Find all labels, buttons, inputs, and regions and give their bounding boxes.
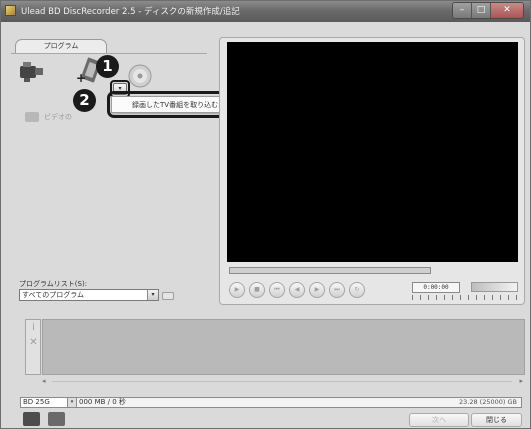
go-to-end-button[interactable]: ⏭	[329, 282, 345, 298]
video-edit-label: ビデオの	[44, 113, 72, 121]
go-to-start-button[interactable]: ⏮	[269, 282, 285, 298]
previous-frame-button[interactable]: ◀	[289, 282, 305, 298]
remove-icon[interactable]: ✕	[28, 337, 39, 348]
playback-controls: ▶ ■ ⏮ ◀ ▶ ⏭ ↻	[229, 282, 365, 298]
program-list-settings-button[interactable]	[162, 292, 174, 300]
disc-info-icon[interactable]	[23, 412, 40, 426]
tab-divider	[11, 53, 207, 54]
seek-bar[interactable]	[229, 267, 431, 274]
disc-usage-bar: BD 25G ▾ 000 MB / 0 秒 23.28 (25000) GB	[20, 397, 522, 408]
scroll-left-icon[interactable]: ◂	[42, 377, 46, 385]
footer: 次へ 閉じる	[1, 411, 530, 429]
camera-settings-icon[interactable]	[48, 412, 65, 426]
scroll-right-icon[interactable]: ▸	[519, 377, 523, 385]
timeline-area[interactable]	[42, 319, 525, 375]
volume-slider[interactable]	[471, 282, 518, 292]
chevron-down-icon[interactable]: ▾	[147, 290, 158, 300]
disc-type-value: BD 25G	[23, 398, 50, 406]
stop-button[interactable]: ■	[249, 282, 265, 298]
timecode-field[interactable]: 0:00:00	[412, 282, 460, 293]
video-edit-icon	[25, 112, 39, 122]
tab-program[interactable]: プログラム	[15, 39, 107, 53]
window-controls: – □ ✕	[452, 2, 524, 19]
next-frame-button[interactable]: ▶	[309, 282, 325, 298]
timeline-tools: i ✕	[25, 319, 41, 375]
scale-ticks	[412, 295, 518, 300]
video-preview-screen	[227, 42, 518, 262]
svg-text:+: +	[76, 71, 86, 85]
program-list-value: すべてのプログラム	[22, 291, 85, 299]
maximize-button[interactable]: □	[472, 3, 491, 18]
scroll-track[interactable]	[52, 381, 512, 382]
disc-icon[interactable]	[127, 63, 153, 89]
step-2-badge: 2	[73, 89, 96, 112]
chevron-down-icon[interactable]: ▾	[67, 398, 76, 407]
next-button[interactable]: 次へ	[409, 413, 469, 427]
disc-type-select[interactable]: BD 25G ▾	[21, 398, 77, 407]
timeline-scrollbar[interactable]: ◂ ▸	[42, 377, 525, 387]
close-button[interactable]: ✕	[491, 3, 523, 18]
usage-text: 000 MB / 0 秒	[79, 398, 126, 406]
minimize-button[interactable]: –	[453, 3, 472, 18]
app-icon	[5, 5, 16, 16]
app-window: Ulead BD DiscRecorder 2.5 - ディスクの新規作成/追記…	[0, 0, 531, 429]
program-list-select[interactable]: すべてのプログラム ▾	[19, 289, 159, 301]
program-list-label: プログラムリスト(S):	[19, 280, 88, 288]
title-bar[interactable]: Ulead BD DiscRecorder 2.5 - ディスクの新規作成/追記…	[1, 1, 530, 22]
step-1-badge: 1	[96, 55, 119, 78]
info-icon[interactable]: i	[28, 322, 39, 333]
close-dialog-button[interactable]: 閉じる	[471, 413, 522, 427]
capacity-text: 23.28 (25000) GB	[459, 398, 517, 406]
repeat-button[interactable]: ↻	[349, 282, 365, 298]
window-title: Ulead BD DiscRecorder 2.5 - ディスクの新規作成/追記	[21, 7, 240, 17]
camcorder-icon[interactable]	[18, 59, 44, 83]
play-button[interactable]: ▶	[229, 282, 245, 298]
